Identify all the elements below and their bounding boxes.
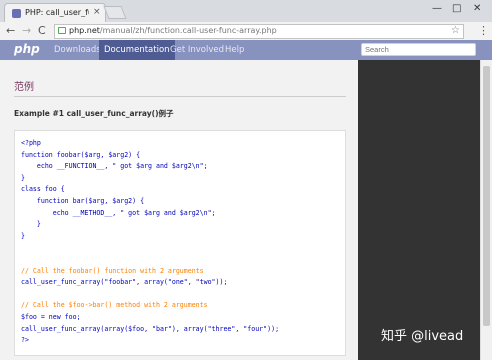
- code-line: }: [21, 231, 25, 240]
- browser-toolbar: ← → C php.net/manual/zh/function.call-us…: [0, 22, 492, 41]
- tab-strip: PHP: call_user_func_arr × — □ ✕: [0, 0, 492, 23]
- nav-documentation[interactable]: Documentation: [99, 40, 175, 60]
- code-line: echo __METHOD__, " got $arg and $arg2\n"…: [21, 208, 216, 217]
- php-navbar: php Downloads Documentation Get Involved…: [0, 40, 492, 60]
- php-favicon-icon: [12, 9, 21, 18]
- code-line: function bar($arg, $arg2) {: [21, 197, 145, 205]
- scrollbar-thumb[interactable]: [483, 66, 490, 326]
- code-line: $foo = new foo;: [21, 313, 81, 321]
- watermark: 知乎 @livead: [381, 329, 464, 344]
- code-line: <?php: [21, 139, 41, 147]
- new-tab-button[interactable]: [103, 6, 127, 19]
- section-title: 范例: [14, 82, 34, 93]
- code-block: <?php function foobar($arg, $arg2) { echo…: [14, 130, 346, 356]
- maximize-icon[interactable]: □: [452, 3, 461, 14]
- code-line: ?>: [21, 336, 29, 345]
- section-divider: [14, 96, 346, 97]
- code-line: class foo {: [21, 185, 65, 194]
- code-line: echo __FUNCTION__, " got $arg and $arg2\…: [21, 162, 208, 171]
- url-text: php.net/manual/zh/function.call-user-fun…: [69, 26, 277, 35]
- forward-icon[interactable]: →: [22, 24, 31, 37]
- back-icon[interactable]: ←: [6, 24, 15, 37]
- code-line: }: [21, 173, 25, 182]
- minimize-icon[interactable]: —: [432, 3, 442, 14]
- browser-menu-icon[interactable]: ⋮: [478, 24, 489, 37]
- lock-icon: [58, 27, 66, 34]
- main-content: 范例 Example #1 call_user_func_array()例子 <…: [0, 60, 358, 360]
- tab-title: PHP: call_user_func_arr: [25, 8, 89, 17]
- url-path: /manual/zh/function.call-user-func-array…: [99, 26, 277, 35]
- code-line: // Call the $foo->bar() method with 2 ar…: [21, 301, 208, 310]
- url-host: php.net: [69, 26, 100, 35]
- example-title: Example #1 call_user_func_array()例子: [14, 109, 174, 118]
- code-line: call_user_func_array(array($foo, "bar"),…: [21, 324, 280, 333]
- code-line: function foobar($arg, $arg2) {: [21, 150, 141, 159]
- close-window-icon[interactable]: ✕: [473, 3, 481, 14]
- browser-window: PHP: call_user_func_arr × — □ ✕ ← → C ph…: [0, 0, 492, 360]
- sidebar: [358, 60, 480, 360]
- nav-help[interactable]: Help: [220, 40, 249, 60]
- php-logo[interactable]: php: [14, 42, 40, 56]
- scrollbar[interactable]: [480, 60, 492, 360]
- tab-php-manual[interactable]: PHP: call_user_func_arr ×: [4, 3, 106, 23]
- tab-close-icon[interactable]: ×: [93, 7, 101, 17]
- code-line: }: [21, 220, 41, 229]
- nav-downloads[interactable]: Downloads: [49, 40, 106, 60]
- code-line: // Call the foobar() function with 2 arg…: [21, 266, 204, 275]
- address-bar[interactable]: php.net/manual/zh/function.call-user-fun…: [54, 24, 464, 39]
- bookmark-star-icon[interactable]: ☆: [451, 25, 460, 36]
- reload-icon[interactable]: C: [38, 24, 46, 37]
- code-line: call_user_func_array("foobar", array("on…: [21, 278, 228, 287]
- search-input[interactable]: [361, 43, 476, 56]
